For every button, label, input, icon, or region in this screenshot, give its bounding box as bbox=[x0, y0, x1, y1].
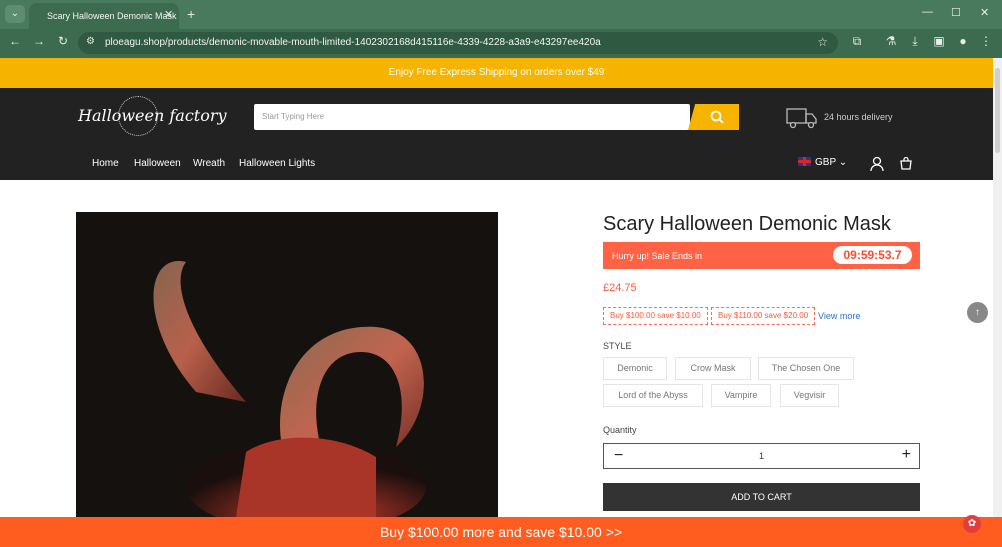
bookmark-star-icon[interactable]: ☆ bbox=[817, 35, 828, 49]
maximize-icon[interactable]: ☐ bbox=[951, 6, 961, 19]
reload-icon[interactable]: ↻ bbox=[55, 34, 71, 48]
style-option-vegvisir[interactable]: Vegvisir bbox=[780, 384, 839, 407]
demonic-mask-image bbox=[76, 212, 498, 517]
add-to-cart-button[interactable]: ADD TO CART bbox=[603, 483, 920, 511]
scroll-thumb[interactable] bbox=[995, 68, 1000, 153]
back-to-top-button[interactable]: ↑ bbox=[967, 302, 988, 323]
extensions-icon[interactable]: ⧉ bbox=[849, 34, 865, 49]
style-label: STYLE bbox=[603, 341, 632, 351]
site-header: Halloween factory Start Typing Here 24 h… bbox=[0, 88, 993, 180]
shipping-promo-bar: Enjoy Free Express Shipping on orders ov… bbox=[0, 58, 993, 88]
decrease-quantity-button[interactable]: − bbox=[614, 447, 623, 465]
style-option-crow-mask[interactable]: Crow Mask bbox=[675, 357, 751, 380]
close-tab-icon[interactable]: ✕ bbox=[164, 8, 173, 21]
nav-halloween[interactable]: Halloween bbox=[134, 158, 181, 169]
user-icon[interactable] bbox=[870, 156, 884, 172]
search-button[interactable] bbox=[688, 104, 739, 130]
style-option-the-chosen-one[interactable]: The Chosen One bbox=[758, 357, 854, 380]
quantity-label: Quantity bbox=[603, 425, 637, 435]
style-option-lord-of-the-abyss[interactable]: Lord of the Abyss bbox=[603, 384, 703, 407]
style-option-vampire[interactable]: Vampire bbox=[711, 384, 771, 407]
chevron-down-icon: ⌄ bbox=[838, 157, 848, 168]
lab-icon[interactable]: ⚗ bbox=[883, 34, 899, 48]
sidebar-icon[interactable]: ▣ bbox=[931, 34, 947, 48]
countdown-timer: 09:59:53.7 bbox=[833, 246, 912, 264]
search-placeholder: Start Typing Here bbox=[262, 112, 325, 121]
address-bar[interactable]: ⚙ ploeagu.shop/products/demonic-movable-… bbox=[78, 32, 838, 54]
nav-wreath[interactable]: Wreath bbox=[193, 158, 225, 169]
discount-banner[interactable]: Buy $100.00 more and save $10.00 >> bbox=[0, 517, 1002, 547]
increase-quantity-button[interactable]: + bbox=[902, 446, 911, 464]
nav-halloween-lights[interactable]: Halloween Lights bbox=[239, 158, 315, 169]
view-more-link[interactable]: View more bbox=[818, 311, 860, 321]
browser-toolbar: ← → ↻ ⚙ ploeagu.shop/products/demonic-mo… bbox=[0, 29, 1002, 58]
page-scrollbar[interactable] bbox=[993, 58, 1002, 517]
close-window-icon[interactable]: ✕ bbox=[980, 6, 989, 19]
back-icon[interactable]: ← bbox=[7, 34, 23, 48]
forward-icon[interactable]: → bbox=[31, 34, 47, 48]
browser-tab[interactable]: Scary Halloween Demonic Mask bbox=[29, 3, 179, 29]
sale-message: Hurry up! Sale Ends in bbox=[612, 251, 703, 261]
tab-title: Scary Halloween Demonic Mask bbox=[47, 11, 177, 21]
nav-home[interactable]: Home bbox=[92, 158, 119, 169]
new-tab-icon[interactable]: + bbox=[187, 6, 195, 22]
currency-label: GBP bbox=[815, 157, 836, 168]
product-image[interactable] bbox=[76, 212, 498, 517]
delivery-info: 24 hours delivery bbox=[824, 112, 893, 122]
quantity-stepper: − 1 + bbox=[603, 443, 920, 469]
cart-icon[interactable] bbox=[899, 156, 913, 170]
profile-avatar[interactable]: ● bbox=[955, 34, 971, 48]
currency-selector[interactable]: GBP ⌄ bbox=[798, 157, 847, 168]
coupon-tag[interactable]: Buy $100.00 save $10.00 bbox=[603, 307, 708, 325]
url-text: ploeagu.shop/products/demonic-movable-mo… bbox=[105, 37, 601, 48]
uk-flag-icon bbox=[798, 157, 811, 166]
gift-icon[interactable]: ✿ bbox=[963, 515, 981, 533]
search-input[interactable]: Start Typing Here bbox=[254, 104, 690, 130]
site-info-icon[interactable]: ⚙ bbox=[86, 36, 95, 47]
tab-strip: ⌄ Scary Halloween Demonic Mask ✕ + — ☐ ✕ bbox=[0, 0, 1002, 29]
coupon-tag[interactable]: Buy $110.00 save $20.00 bbox=[711, 307, 816, 325]
style-option-demonic[interactable]: Demonic bbox=[603, 357, 667, 380]
browser-menu-icon[interactable]: ⋮ bbox=[978, 34, 994, 48]
tab-search-button[interactable]: ⌄ bbox=[5, 5, 25, 23]
quantity-value[interactable]: 1 bbox=[759, 451, 764, 461]
download-icon[interactable]: ⤓ bbox=[907, 34, 923, 49]
site-logo[interactable]: Halloween factory bbox=[78, 106, 227, 125]
sale-countdown-bar: Hurry up! Sale Ends in 09:59:53.7 bbox=[603, 242, 920, 269]
product-title: Scary Halloween Demonic Mask bbox=[603, 213, 891, 235]
minimize-icon[interactable]: — bbox=[922, 6, 933, 18]
product-price: £24.75 bbox=[603, 282, 637, 294]
search-icon bbox=[710, 110, 724, 124]
truck-icon bbox=[786, 108, 817, 129]
